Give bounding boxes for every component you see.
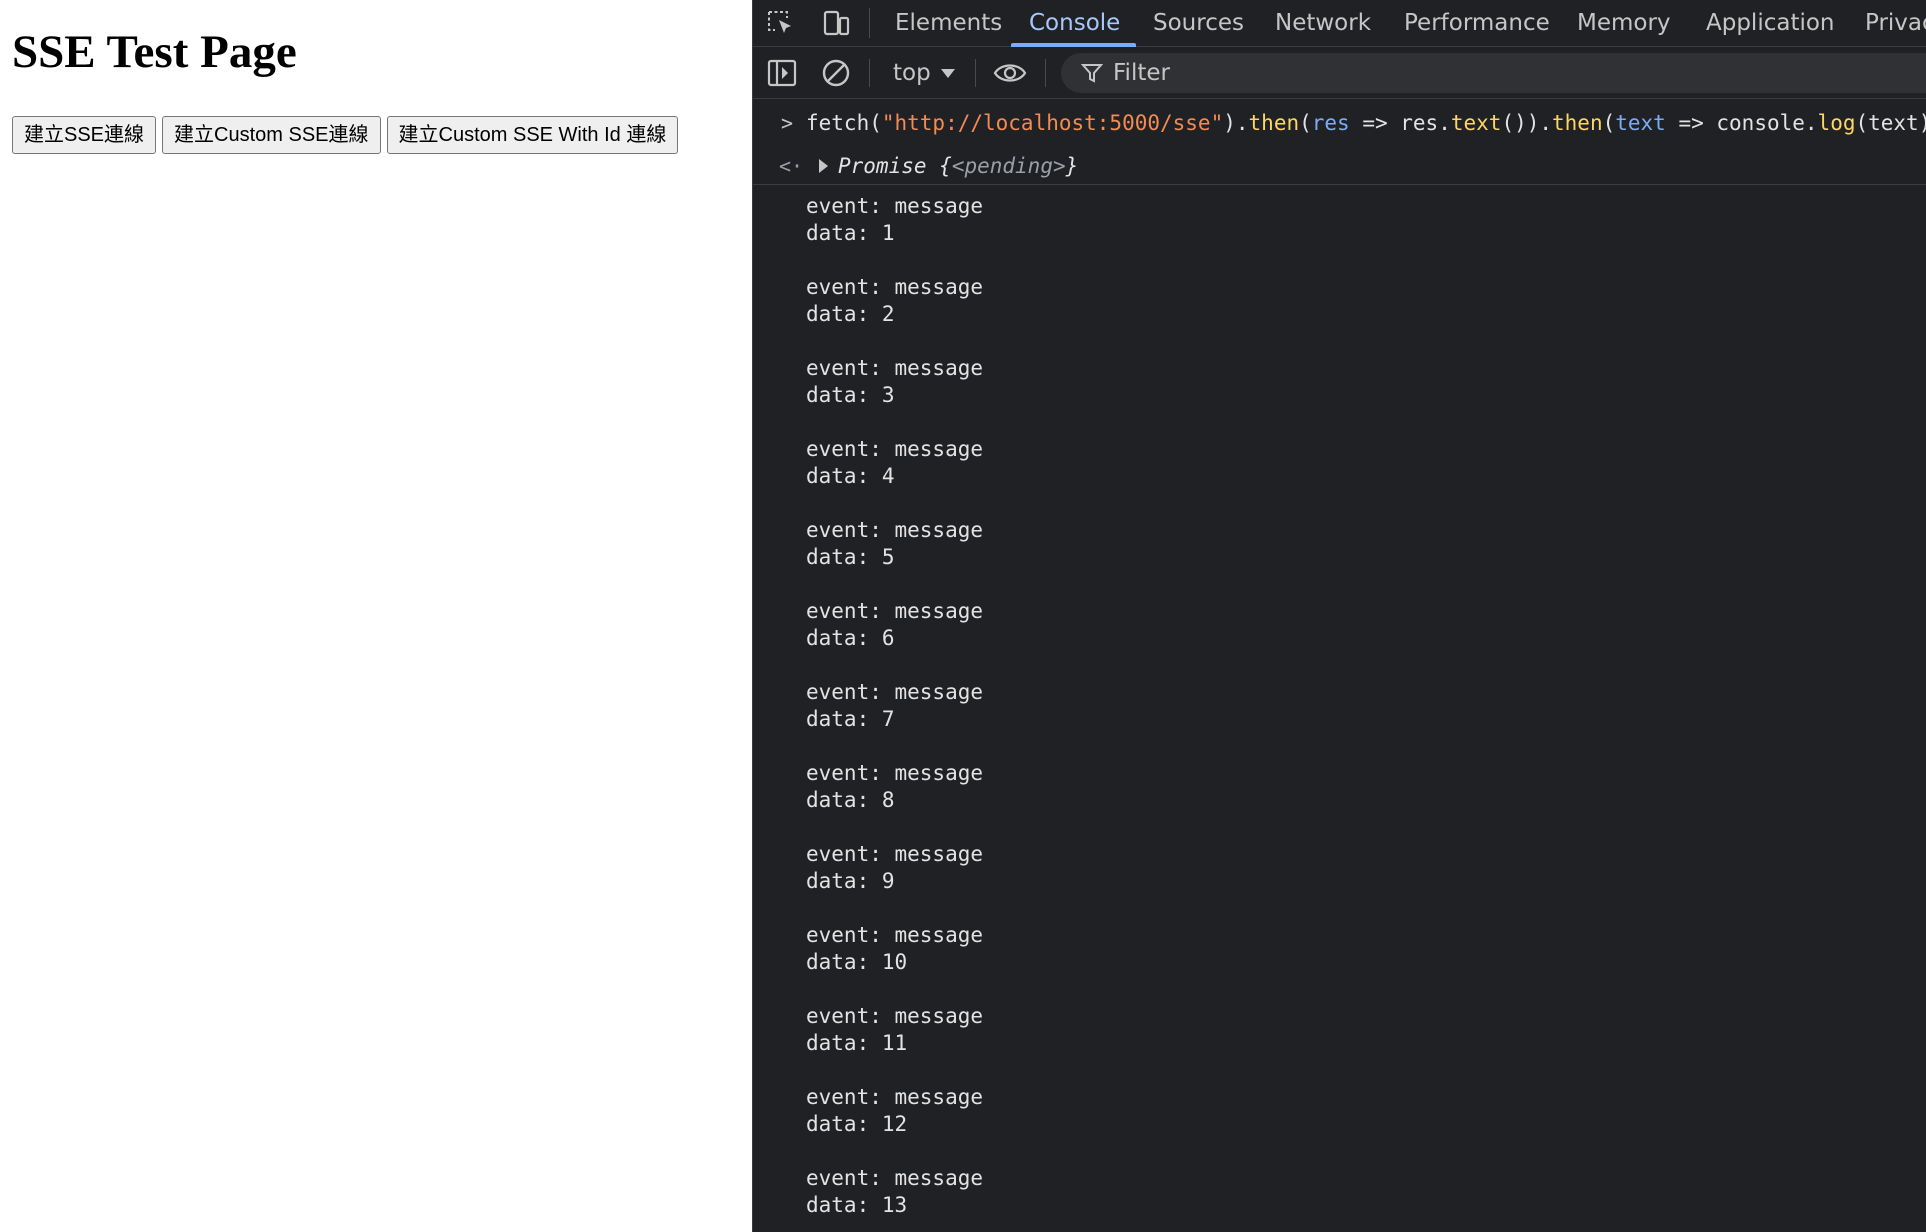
- console-result-row: <· Promise {<pending>}: [753, 151, 1926, 185]
- tab-memory[interactable]: Memory: [1577, 0, 1671, 47]
- page-title: SSE Test Page: [12, 26, 297, 78]
- context-selector-label: top: [893, 60, 931, 86]
- devtools-tab-bar: Elements Console Sources Network Perform…: [753, 0, 1926, 47]
- toolbar-separator: [975, 59, 976, 87]
- console-input-code: fetch("http://localhost:5000/sse").then(…: [806, 111, 1926, 135]
- sidebar-toggle-icon[interactable]: [765, 56, 799, 90]
- expand-triangle-icon[interactable]: [819, 159, 828, 173]
- tab-bar-separator: [869, 8, 870, 38]
- button-row: 建立SSE連線 建立Custom SSE連線 建立Custom SSE With…: [12, 116, 679, 154]
- tab-elements[interactable]: Elements: [895, 0, 1002, 47]
- filter-funnel-icon: [1081, 64, 1103, 83]
- context-selector[interactable]: top: [893, 55, 955, 91]
- toolbar-separator: [869, 59, 870, 87]
- return-arrow-icon: <·: [779, 154, 804, 178]
- tab-network[interactable]: Network: [1275, 0, 1371, 47]
- devtools-panel: Elements Console Sources Network Perform…: [752, 0, 1926, 1232]
- console-log-message: event: message data: 1 event: message da…: [806, 194, 984, 1217]
- device-toolbar-icon[interactable]: [820, 8, 852, 38]
- tab-performance[interactable]: Performance: [1404, 0, 1550, 47]
- console-toolbar: top Filter: [753, 47, 1926, 99]
- tab-console[interactable]: Console: [1029, 0, 1120, 47]
- create-custom-sse-button[interactable]: 建立Custom SSE連線: [162, 116, 381, 154]
- filter-input[interactable]: Filter: [1061, 53, 1926, 93]
- chevron-down-icon: [940, 69, 955, 78]
- clear-console-icon[interactable]: [819, 56, 853, 90]
- create-sse-button[interactable]: 建立SSE連線: [12, 116, 157, 154]
- web-page: SSE Test Page 建立SSE連線 建立Custom SSE連線 建立C…: [0, 0, 752, 1232]
- chevron-right-icon: >: [781, 111, 794, 135]
- create-custom-sse-with-id-button[interactable]: 建立Custom SSE With Id 連線: [386, 116, 679, 154]
- console-input-row[interactable]: > fetch("http://localhost:5000/sse").the…: [753, 110, 1926, 136]
- live-expression-eye-icon[interactable]: [993, 56, 1027, 90]
- tab-privacy[interactable]: Privac: [1865, 0, 1926, 47]
- tab-sources[interactable]: Sources: [1153, 0, 1244, 47]
- filter-placeholder: Filter: [1113, 60, 1170, 86]
- tab-application[interactable]: Application: [1706, 0, 1835, 47]
- promise-result[interactable]: Promise {<pending>}: [838, 151, 1078, 181]
- toolbar-separator: [1045, 59, 1046, 87]
- inspect-element-icon[interactable]: [765, 8, 797, 38]
